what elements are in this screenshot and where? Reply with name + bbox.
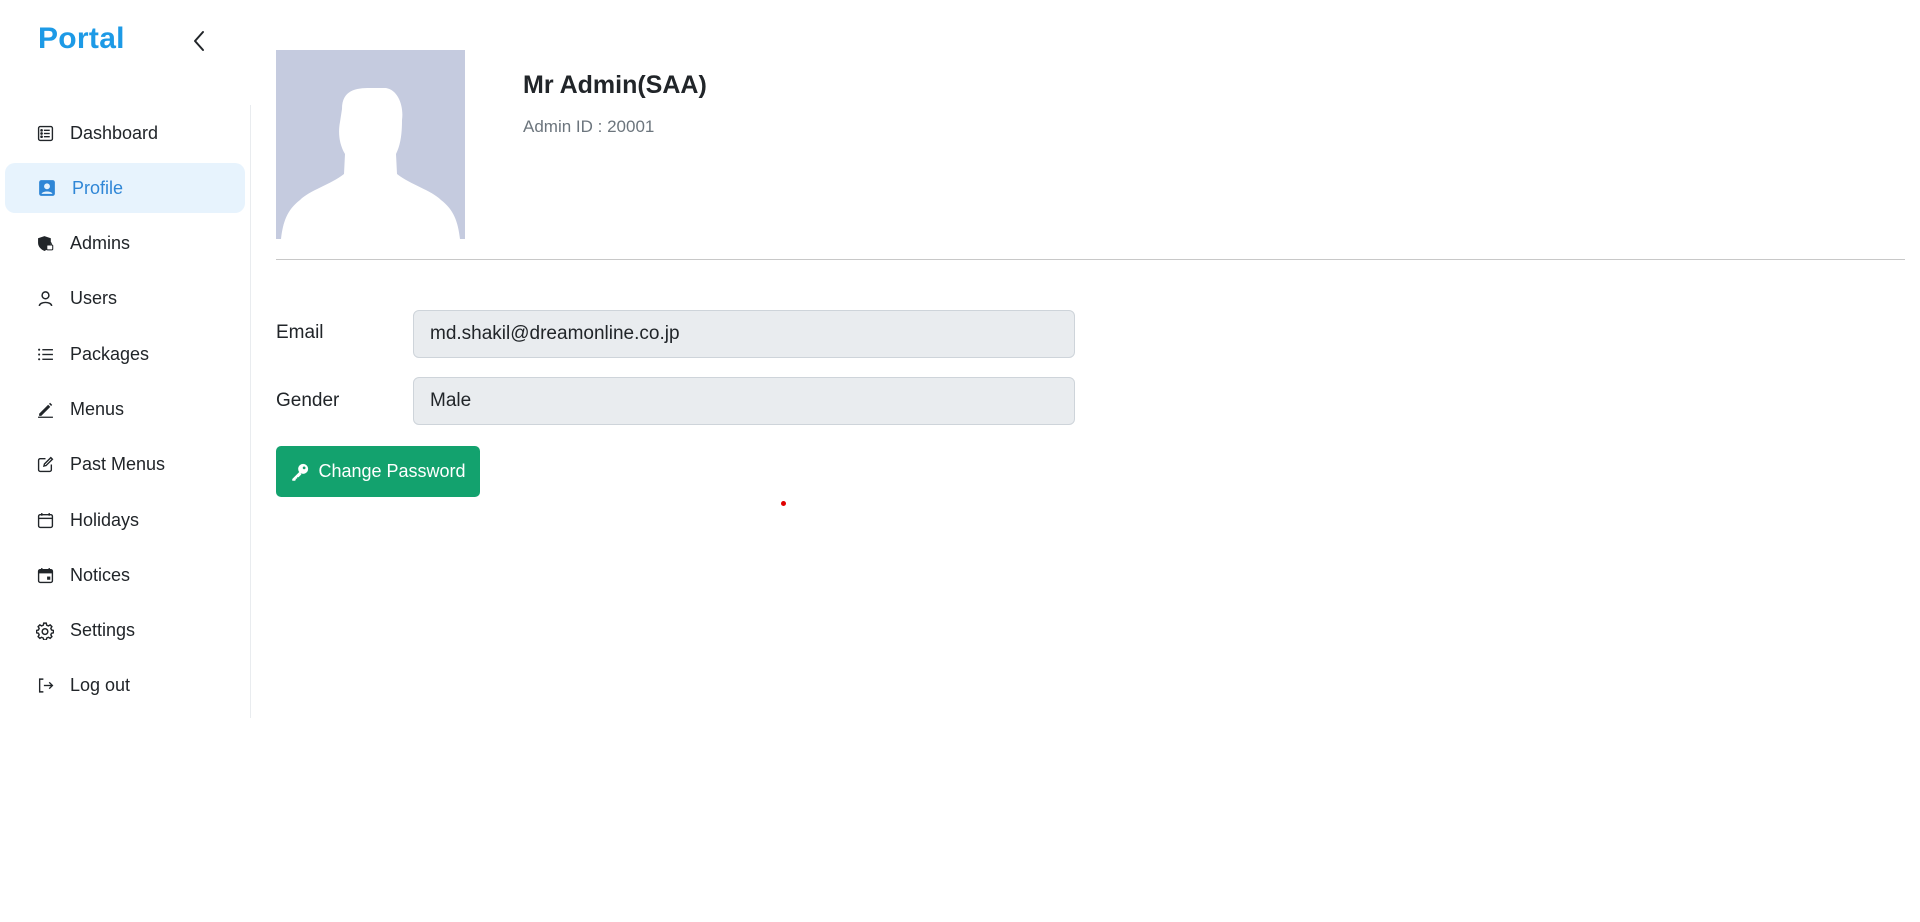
sidebar-item-label: Menus: [70, 398, 125, 419]
sidebar-nav: Dashboard Profile Admins Users Packages …: [5, 108, 245, 716]
avatar: [276, 50, 465, 239]
user-silhouette-icon: [281, 88, 460, 239]
profile-divider: [276, 259, 1905, 260]
person-badge-icon: [37, 178, 57, 198]
edit-square-icon: [35, 455, 55, 475]
pen-icon: [35, 399, 55, 419]
logout-icon: [35, 676, 55, 696]
calendar-icon: [35, 510, 55, 530]
sidebar-item-label: Users: [70, 288, 118, 309]
sidebar-item-admins[interactable]: Admins: [5, 219, 245, 269]
calendar-event-icon: [35, 565, 55, 585]
admin-id-text: Admin ID : 20001: [523, 117, 655, 136]
sidebar-item-notices[interactable]: Notices: [5, 550, 245, 600]
list-ul-icon: [35, 344, 55, 364]
person-icon: [35, 289, 55, 309]
chevron-left-icon: [194, 31, 204, 51]
sidebar-item-label: Holidays: [70, 509, 140, 530]
sidebar-item-label: Packages: [70, 343, 150, 364]
sidebar-item-users[interactable]: Users: [5, 274, 245, 324]
change-password-button[interactable]: Change Password: [276, 446, 480, 497]
sidebar-item-holidays[interactable]: Holidays: [5, 495, 245, 545]
mouse-cursor-dot: [781, 501, 786, 506]
sidebar-item-label: Profile: [72, 177, 124, 198]
sidebar-item-label: Past Menus: [70, 454, 166, 475]
brand-logo[interactable]: Portal: [38, 22, 125, 56]
gender-field[interactable]: [413, 377, 1075, 425]
sidebar-item-packages[interactable]: Packages: [5, 329, 245, 379]
app-root: Portal Dashboard Profile Admins Users Pa…: [0, 0, 1920, 922]
list-alt-icon: [35, 123, 55, 143]
sidebar-item-menus[interactable]: Menus: [5, 384, 245, 434]
sidebar-item-settings[interactable]: Settings: [5, 606, 245, 656]
shield-lock-icon: [35, 234, 55, 254]
sidebar-item-label: Admins: [70, 233, 131, 254]
profile-name: Mr Admin(SAA): [523, 71, 707, 99]
sidebar-item-label: Log out: [70, 675, 131, 696]
sidebar-divider: [250, 105, 251, 718]
sidebar-item-profile[interactable]: Profile: [5, 163, 245, 214]
gear-icon: [35, 621, 55, 641]
gender-label: Gender: [276, 390, 340, 411]
key-icon: [292, 463, 309, 481]
sidebar-item-dashboard[interactable]: Dashboard: [5, 108, 245, 158]
email-label: Email: [276, 322, 324, 343]
collapse-sidebar-button[interactable]: [188, 28, 210, 54]
change-password-label: Change Password: [318, 461, 466, 481]
sidebar-item-label: Dashboard: [70, 122, 159, 143]
email-field[interactable]: [413, 310, 1075, 358]
sidebar-item-past-menus[interactable]: Past Menus: [5, 440, 245, 490]
sidebar-item-label: Settings: [70, 620, 136, 641]
sidebar-item-label: Notices: [70, 564, 131, 585]
sidebar-item-logout[interactable]: Log out: [5, 661, 245, 711]
